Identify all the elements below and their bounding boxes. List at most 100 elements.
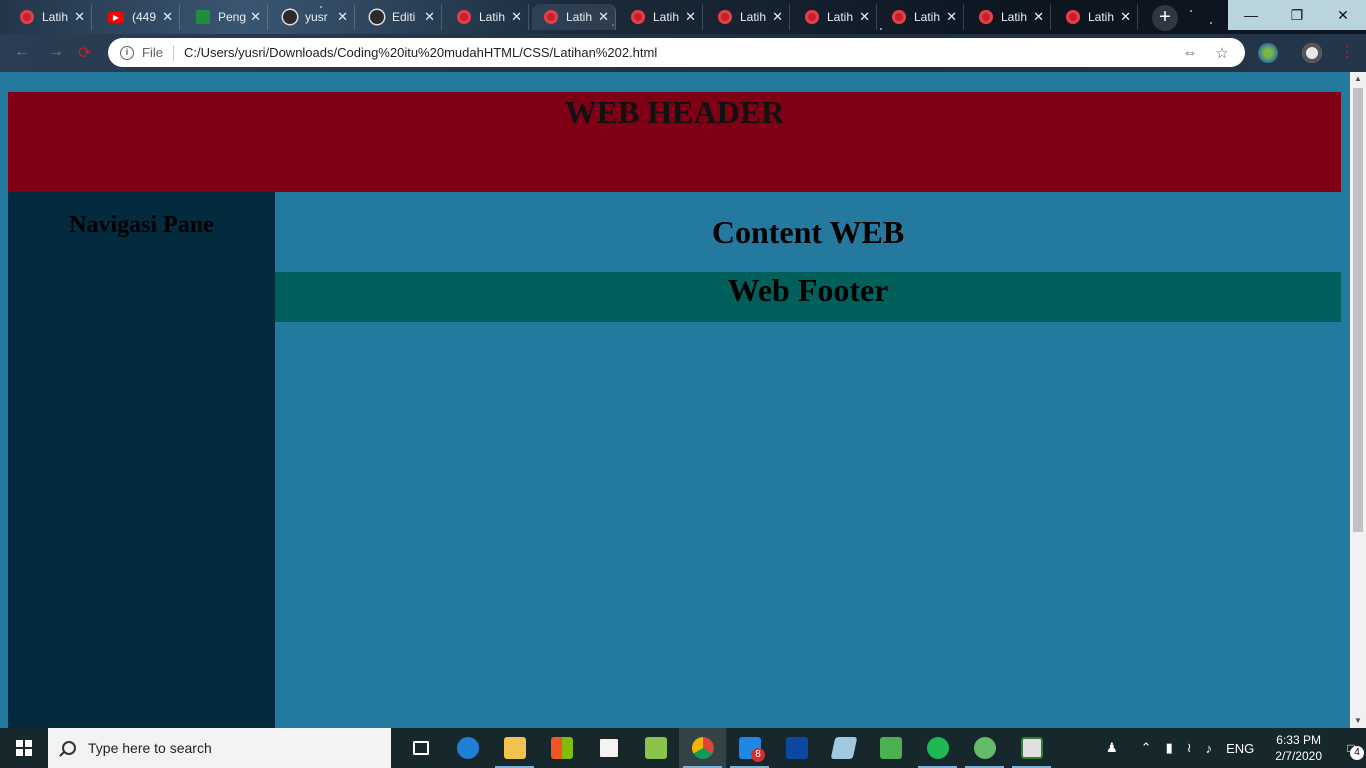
chevron-up-icon[interactable]: ⌃ <box>1141 740 1152 756</box>
forward-icon[interactable]: → <box>48 43 64 61</box>
close-tab-icon[interactable]: ✕ <box>337 9 348 25</box>
browser-tab[interactable]: Latih ✕ <box>445 4 529 30</box>
store-icon <box>550 737 573 759</box>
taskbar-app-visual-studio[interactable] <box>585 728 632 768</box>
clock[interactable]: 6:33 PM 2/7/2020 <box>1275 732 1322 764</box>
browser-tab[interactable]: Latih ✕ <box>793 4 877 30</box>
github-favicon-icon <box>370 10 384 24</box>
close-tab-icon[interactable]: ✕ <box>772 9 783 25</box>
start-button[interactable] <box>0 728 48 768</box>
volume-icon[interactable]: ♪ <box>1206 741 1213 756</box>
close-tab-icon[interactable]: ✕ <box>74 9 85 25</box>
language-indicator[interactable]: ENG <box>1226 741 1254 756</box>
reload-icon[interactable]: ⟳ <box>78 43 91 63</box>
folder-icon <box>503 737 526 759</box>
red-circle-favicon-icon <box>544 10 558 24</box>
search-icon <box>62 741 76 755</box>
inkscape-icon <box>879 737 902 759</box>
atom-icon <box>973 737 996 759</box>
browser-tab[interactable]: Latih ✕ <box>880 4 964 30</box>
extension-icon[interactable] <box>1258 43 1278 63</box>
translate-icon[interactable]: ⇔ <box>1181 44 1199 62</box>
browser-tab[interactable]: Peng ✕ <box>184 4 268 30</box>
browser-tab-active[interactable]: Latih ✕ <box>532 4 616 30</box>
edge-icon <box>456 737 479 759</box>
taskbar-app-spotify[interactable] <box>914 728 961 768</box>
profile-avatar[interactable] <box>1302 43 1322 63</box>
menu-icon[interactable]: ⋮ <box>1340 43 1354 60</box>
close-tab-icon[interactable]: ✕ <box>424 9 435 25</box>
bookmark-star-icon[interactable]: ☆ <box>1213 44 1231 62</box>
action-center-button[interactable]: □ 4 <box>1336 728 1366 768</box>
wifi-icon[interactable]: ≀ <box>1187 740 1192 756</box>
task-view-icon <box>412 741 429 755</box>
scrollbar-thumb[interactable] <box>1353 88 1363 532</box>
scroll-down-arrow-icon[interactable]: ▼ <box>1350 714 1366 728</box>
browser-tab[interactable]: Latih ✕ <box>706 4 790 30</box>
browser-tab[interactable]: Editi ✕ <box>358 4 442 30</box>
close-tab-icon[interactable]: ✕ <box>598 9 609 25</box>
background-star <box>1190 10 1192 12</box>
tab-title: Latih <box>1001 10 1028 24</box>
background-star <box>1210 22 1212 24</box>
tab-title: yusr <box>305 10 328 24</box>
close-tab-icon[interactable]: ✕ <box>685 9 696 25</box>
info-icon[interactable]: i <box>120 45 134 60</box>
red-circle-favicon-icon <box>718 10 732 24</box>
close-tab-icon[interactable]: ✕ <box>250 9 261 25</box>
red-circle-favicon-icon <box>1066 10 1080 24</box>
taskbar-app-sheets[interactable] <box>632 728 679 768</box>
browser-tab[interactable]: yusr ✕ <box>271 4 355 30</box>
clock-time: 6:33 PM <box>1276 733 1321 747</box>
taskbar-app-atom[interactable] <box>961 728 1008 768</box>
close-tab-icon[interactable]: ✕ <box>946 9 957 25</box>
spreadsheet-icon <box>644 737 667 759</box>
navigation-pane: Navigasi Pane <box>8 192 275 728</box>
taskbar-search-box[interactable]: Type here to search <box>48 728 391 768</box>
content-title: Content WEB <box>711 214 905 250</box>
tab-title: Latih <box>566 10 593 24</box>
red-circle-favicon-icon <box>20 10 34 24</box>
tab-title: Latih <box>42 10 69 24</box>
vertical-scrollbar[interactable]: ▲ ▼ <box>1350 72 1366 728</box>
restore-button[interactable]: ❐ <box>1274 0 1320 30</box>
web-footer-title: Web Footer <box>727 272 889 308</box>
people-icon[interactable]: ♟ <box>1106 740 1118 756</box>
scroll-up-arrow-icon[interactable]: ▲ <box>1350 72 1366 86</box>
taskbar-app-inkscape[interactable] <box>867 728 914 768</box>
taskbar-app-whatsapp[interactable]: 8 <box>726 728 773 768</box>
browser-tab-strip: Latih ✕ ▶ (449 ✕ Peng ✕ yusr ✕ Editi ✕ L… <box>0 0 1366 34</box>
close-window-button[interactable]: ✕ <box>1320 0 1366 30</box>
close-tab-icon[interactable]: ✕ <box>1033 9 1044 25</box>
url-text[interactable]: C:/Users/yusri/Downloads/Coding%20itu%20… <box>184 45 1181 60</box>
close-tab-icon[interactable]: ✕ <box>511 9 522 25</box>
back-icon[interactable]: ← <box>14 43 30 61</box>
window-app-icon <box>1020 737 1043 759</box>
taskbar-app-chrome[interactable] <box>679 728 726 768</box>
browser-tab[interactable]: ▶ (449 ✕ <box>96 4 180 30</box>
task-view-button[interactable] <box>397 728 444 768</box>
taskbar-app-store[interactable] <box>538 728 585 768</box>
filezilla-icon <box>785 737 808 759</box>
tab-title: Latih <box>653 10 680 24</box>
browser-toolbar: ← → ⟳ i File C:/Users/yusri/Downloads/Co… <box>0 34 1366 72</box>
close-tab-icon[interactable]: ✕ <box>162 9 173 25</box>
tab-title: Latih <box>740 10 767 24</box>
taskbar-app-notes[interactable] <box>820 728 867 768</box>
browser-tab[interactable]: Latih ✕ <box>1054 4 1138 30</box>
battery-icon[interactable]: ▮ <box>1166 740 1173 756</box>
taskbar-app-file-explorer[interactable] <box>491 728 538 768</box>
browser-tab[interactable]: Latih ✕ <box>8 4 92 30</box>
red-circle-favicon-icon <box>457 10 471 24</box>
taskbar-app-edge[interactable] <box>444 728 491 768</box>
browser-tab[interactable]: Latih ✕ <box>967 4 1051 30</box>
taskbar-app-window[interactable] <box>1008 728 1055 768</box>
browser-tab[interactable]: Latih ✕ <box>619 4 703 30</box>
taskbar-app-filezilla[interactable] <box>773 728 820 768</box>
minimize-button[interactable]: — <box>1228 0 1274 30</box>
close-tab-icon[interactable]: ✕ <box>859 9 870 25</box>
close-tab-icon[interactable]: ✕ <box>1120 9 1131 25</box>
address-bar[interactable]: i File C:/Users/yusri/Downloads/Coding%2… <box>108 38 1245 67</box>
window-controls: — ❐ ✕ <box>1228 0 1366 30</box>
new-tab-button[interactable]: + <box>1152 5 1178 31</box>
